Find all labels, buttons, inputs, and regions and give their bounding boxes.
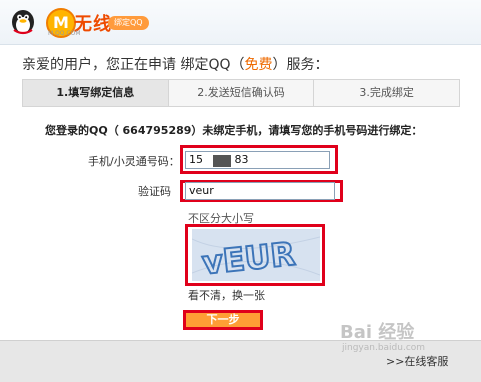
captcha-input[interactable] [185, 182, 335, 200]
qq-penguin-logo-icon [12, 10, 34, 35]
online-service-link[interactable]: >>在线客服 [386, 353, 448, 369]
tab-step-2[interactable]: 2.发送短信确认码 [169, 80, 315, 106]
refresh-captcha-link[interactable]: 看不清，换一张 [188, 287, 265, 303]
baidu-watermark-url: jingyan.baidu.com [342, 343, 426, 353]
phone-label: 手机/小灵通号码： [88, 155, 180, 168]
brand-url: M.QQ.COM [48, 30, 81, 37]
binding-notice: 您登录的QQ（ 664795289）未绑定手机，请填写您的手机号码进行绑定： [45, 124, 423, 137]
greeting-prefix: 亲爱的用户，您正在申请 绑定QQ（ [22, 57, 245, 73]
tab-step-3[interactable]: 3.完成绑定 [314, 80, 459, 106]
free-label: 免费 [244, 57, 273, 73]
greeting-suffix: ）服务： [272, 57, 329, 73]
next-step-button[interactable]: 下一步 [183, 310, 263, 330]
greeting-text: 亲爱的用户，您正在申请 绑定QQ（免费）服务： [22, 54, 329, 74]
tab-step-1[interactable]: 1.填写绑定信息 [23, 80, 169, 106]
phone-input[interactable] [185, 151, 330, 169]
captcha-image[interactable]: vEUR [192, 229, 320, 281]
baidu-watermark: Bai 经验 [340, 322, 415, 343]
step-tabs: 1.填写绑定信息 2.发送短信确认码 3.完成绑定 [22, 79, 460, 107]
brand-badge: 绑定QQ [108, 16, 149, 30]
captcha-label: 验证码 [138, 185, 171, 198]
phone-redaction [213, 155, 231, 167]
